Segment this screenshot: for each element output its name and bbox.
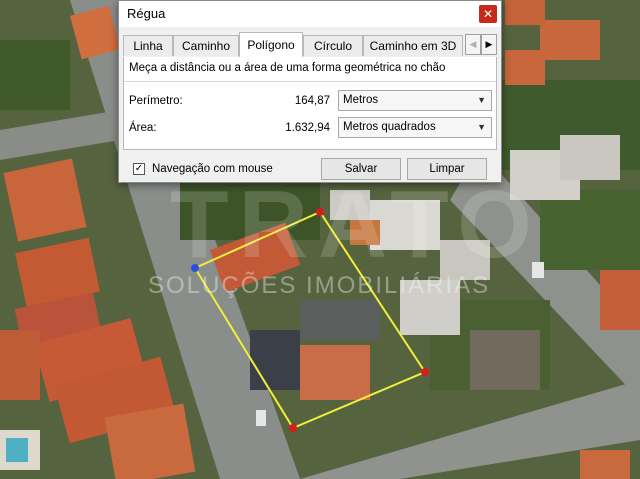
tab-bar: Linha Caminho Polígono Círculo Caminho e… (123, 32, 497, 58)
tab-linha[interactable]: Linha (123, 35, 173, 56)
clear-button[interactable]: Limpar (407, 158, 487, 180)
area-unit-value: Metros quadrados (343, 121, 436, 133)
perimeter-unit-select[interactable]: Metros ▼ (338, 90, 492, 111)
save-button[interactable]: Salvar (321, 158, 401, 180)
polygon-vertex (421, 368, 429, 376)
tab-poligono[interactable]: Polígono (239, 32, 303, 57)
watermark-logo: TRATO (170, 171, 542, 278)
area-label: Área: (129, 122, 157, 134)
tab-caminho-3d[interactable]: Caminho em 3D (363, 35, 463, 56)
divider (124, 81, 496, 82)
tab-scroll-left-icon[interactable]: ◀ (465, 34, 481, 55)
perimeter-unit-value: Metros (343, 94, 379, 106)
mouse-navigation-label[interactable]: Navegação com mouse (152, 163, 273, 175)
polygon-panel: Meça a distância ou a área de uma forma … (123, 57, 497, 150)
chevron-down-icon: ▼ (477, 95, 486, 105)
tab-scroll-right-icon[interactable]: ▶ (481, 34, 497, 55)
panel-description: Meça a distância ou a área de uma forma … (129, 62, 446, 74)
mouse-navigation-checkbox[interactable]: ✓ (133, 163, 145, 175)
window-title: Régua (127, 6, 166, 21)
perimeter-value: 164,87 (294, 95, 330, 107)
watermark-text: SOLUÇÕES IMOBILIÁRIAS (148, 272, 491, 299)
title-bar[interactable]: Régua ✕ (119, 1, 501, 27)
chevron-down-icon: ▼ (477, 122, 486, 132)
polygon-vertex (289, 424, 297, 432)
close-icon[interactable]: ✕ (479, 5, 497, 23)
ruler-dialog: Régua ✕ Linha Caminho Polígono Círculo C… (118, 0, 502, 183)
dialog-footer: ✓ Navegação com mouse Salvar Limpar (119, 151, 501, 183)
area-value: 1.632,94 (285, 122, 330, 134)
area-unit-select[interactable]: Metros quadrados ▼ (338, 117, 492, 138)
tab-caminho[interactable]: Caminho (173, 35, 239, 56)
perimeter-label: Perímetro: (129, 95, 183, 107)
tab-circulo[interactable]: Círculo (303, 35, 363, 56)
